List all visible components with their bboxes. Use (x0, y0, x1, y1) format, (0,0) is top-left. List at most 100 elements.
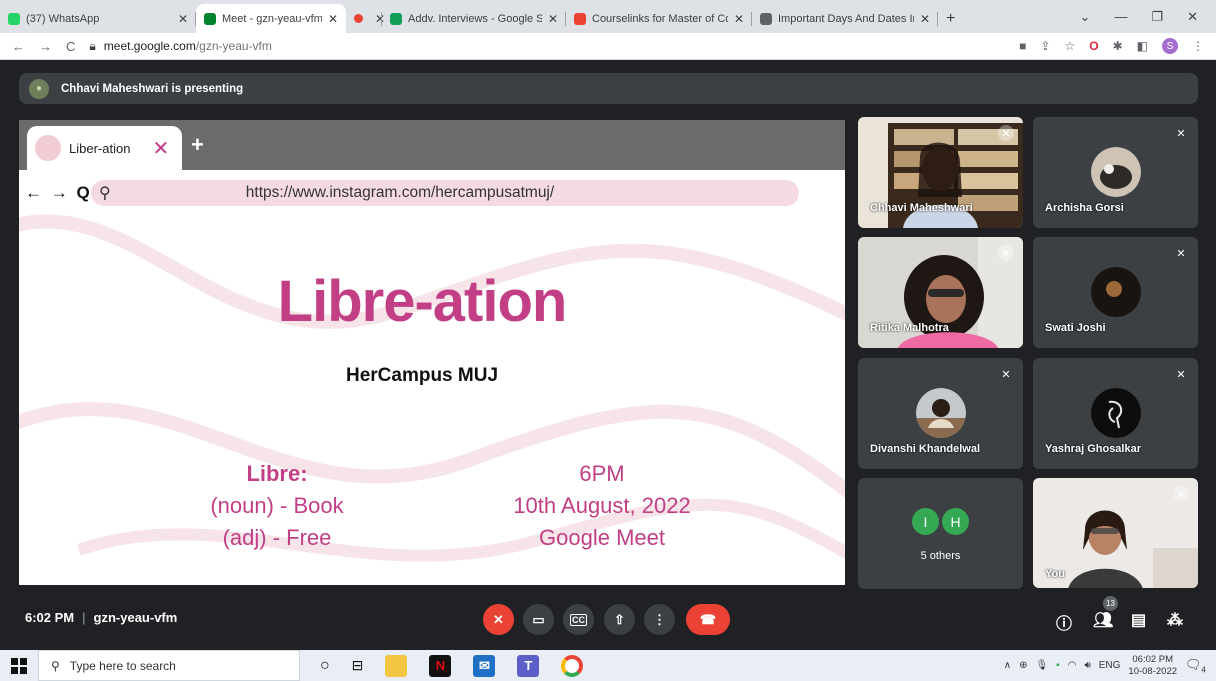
mic-off-icon: ✕ (493, 611, 504, 627)
task-view-icon[interactable]: ⊟ (352, 657, 364, 674)
shared-screen: Liber-ation ✕ + ← → Q ⚲ https://www.inst… (19, 120, 845, 585)
slide-url-bar: ⚲ https://www.instagram.com/hercampusatm… (91, 180, 799, 206)
back-icon[interactable]: ← (12, 39, 25, 54)
meeting-details-icon[interactable]: ⓘ (1056, 610, 1072, 634)
presenting-text: Chhavi Maheshwari is presenting (61, 82, 244, 95)
tray-green-icon[interactable]: ▪ (1056, 660, 1060, 671)
teams-icon[interactable]: T (517, 654, 540, 677)
forward-icon[interactable]: → (39, 39, 52, 54)
tab-close-icon[interactable]: ✕ (734, 12, 744, 26)
slide-tab: Liber-ation ✕ (27, 126, 182, 170)
side-panel-icon[interactable]: ◧ (1137, 39, 1148, 53)
end-call-icon: ☎ (699, 611, 717, 627)
participant-tile[interactable]: ✕ Divanshi Khandelwal (858, 358, 1023, 469)
muted-mic-icon: ✕ (1173, 486, 1189, 502)
menu-kebab-icon[interactable]: ⋮ (1192, 39, 1204, 53)
tray-overflow-icon[interactable]: ∧ (1004, 660, 1011, 671)
camera-icon: ▭ (532, 611, 545, 627)
participant-name: Archisha Gorsi (1045, 202, 1124, 214)
slide-close-icon: ✕ (152, 137, 170, 160)
slide-subtitle: HerCampus MUJ (345, 365, 499, 386)
participant-tile[interactable]: ✕ Ritika Malhotra (858, 237, 1023, 348)
microphone-icon[interactable]: 🎙︎ (1035, 660, 1048, 671)
profile-avatar[interactable]: S (1162, 38, 1178, 54)
wifi-icon[interactable]: ◠ (1068, 660, 1077, 671)
participant-tile[interactable]: ✕ Swati Joshi (1033, 237, 1198, 348)
event-time: 6PM (579, 461, 625, 486)
more-options-button[interactable]: ⋮ (644, 604, 675, 635)
tab-title: Addv. Interviews - Google Sheets (408, 12, 542, 25)
chat-icon[interactable]: ▤ (1131, 610, 1146, 630)
file-explorer-icon[interactable] (385, 654, 408, 677)
present-button[interactable]: ⇧ (604, 604, 635, 635)
url-domain: meet.google.com (103, 39, 196, 53)
extensions-puzzle-icon[interactable]: ✱ (1113, 39, 1123, 53)
event-date: 10th August, 2022 (513, 493, 691, 518)
url-path: /gzn-yeau-vfm (195, 39, 272, 53)
browser-tab[interactable]: Important Days And Dates In Sep ✕ (752, 4, 938, 33)
participant-avatar (1091, 147, 1141, 197)
definition-adj: (adj) - Free (222, 525, 332, 550)
captions-button[interactable]: CC (563, 604, 594, 635)
participant-tile[interactable]: ✕ Chhavi Maheshwari (858, 117, 1023, 228)
participant-tile[interactable]: ✕ Archisha Gorsi (1033, 117, 1198, 228)
browser-tab-strip: (37) WhatsApp✕Meet - gzn-yeau-vfm✕✕Addv.… (0, 0, 1216, 33)
muted-mic-icon: ✕ (998, 125, 1014, 141)
search-icon: ⚲ (51, 658, 60, 673)
start-button[interactable] (0, 650, 38, 681)
tray-app-icon[interactable]: ⊕ (1019, 660, 1027, 671)
participant-name: Yashraj Ghosalkar (1045, 443, 1141, 455)
bookmark-star-icon[interactable]: ☆ (1064, 39, 1075, 53)
tab-close-icon[interactable]: ✕ (548, 12, 558, 26)
taskbar-apps: ○ ⊟ N ✉ T (320, 654, 584, 677)
people-icon[interactable]: 👥︎ (1093, 610, 1113, 630)
participant-avatar (1091, 267, 1141, 317)
mail-icon[interactable]: ✉ (473, 654, 496, 677)
opera-extension-icon[interactable]: O (1089, 39, 1098, 53)
camera-toggle-button[interactable]: ▭ (523, 604, 554, 635)
chrome-icon[interactable] (561, 654, 584, 677)
notification-center-icon[interactable]: 🗨︎4 (1185, 657, 1206, 675)
browser-tab[interactable]: Courselinks for Master of Counse ✕ (566, 4, 752, 33)
tab-close-icon[interactable]: ✕ (178, 12, 188, 26)
browser-tab[interactable]: (37) WhatsApp ✕ (0, 4, 196, 33)
taskbar-search[interactable]: ⚲ Type here to search (38, 650, 300, 681)
present-screen-icon: ⇧ (614, 611, 625, 627)
others-tile[interactable]: I H 5 others (858, 478, 1023, 589)
browser-tab[interactable]: Addv. Interviews - Google Sheets ✕ (382, 4, 566, 33)
close-window-button[interactable]: ✕ (1187, 9, 1198, 25)
mic-toggle-button[interactable]: ✕ (483, 604, 514, 635)
browser-tab[interactable]: ✕ (346, 4, 385, 33)
url-field[interactable]: 🔒︎ meet.google.com/gzn-yeau-vfm (89, 39, 1005, 54)
self-tile[interactable]: ✕ You (1033, 478, 1198, 588)
new-tab-button[interactable]: + (938, 4, 963, 33)
tab-close-icon[interactable]: ✕ (920, 12, 930, 26)
browser-tab[interactable]: Meet - gzn-yeau-vfm ✕ (196, 4, 346, 33)
reload-icon[interactable]: C (66, 39, 75, 54)
system-clock[interactable]: 06:02 PM 10-08-2022 (1128, 654, 1177, 678)
tab-search-icon[interactable]: ⌄ (1080, 9, 1091, 25)
activities-icon[interactable]: ⁂ (1167, 610, 1183, 630)
meeting-code[interactable]: gzn-yeau-vfm (94, 610, 178, 625)
participant-tile[interactable]: ✕ Yashraj Ghosalkar (1033, 358, 1198, 469)
tab-close-icon[interactable]: ✕ (328, 12, 338, 26)
slide-search-icon: ⚲ (99, 185, 111, 202)
netflix-icon[interactable]: N (429, 654, 452, 677)
slide-event-details: 6PM 10th August, 2022 Google Meet (477, 458, 727, 554)
tab-favicon-icon (390, 12, 402, 25)
camera-icon[interactable]: ■ (1019, 39, 1026, 53)
definition-heading: Libre: (246, 461, 308, 486)
tab-title: Courselinks for Master of Counse (592, 12, 728, 25)
language-indicator[interactable]: ENG (1099, 660, 1121, 671)
cortana-icon[interactable]: ○ (320, 657, 330, 675)
meet-stage: ● Chhavi Maheshwari is presenting Liber-… (0, 60, 1216, 650)
volume-icon[interactable]: 🔊︎ (1084, 660, 1090, 671)
muted-mic-icon: ✕ (1176, 127, 1186, 140)
leave-call-button[interactable]: ☎ (686, 604, 730, 635)
maximize-button[interactable]: ❐ (1151, 9, 1163, 25)
search-placeholder: Type here to search (69, 658, 176, 673)
share-icon[interactable]: ⇪ (1040, 39, 1050, 53)
tab-favicon-icon (204, 12, 216, 25)
minimize-button[interactable]: — (1114, 9, 1127, 24)
participant-avatar (1091, 388, 1141, 438)
